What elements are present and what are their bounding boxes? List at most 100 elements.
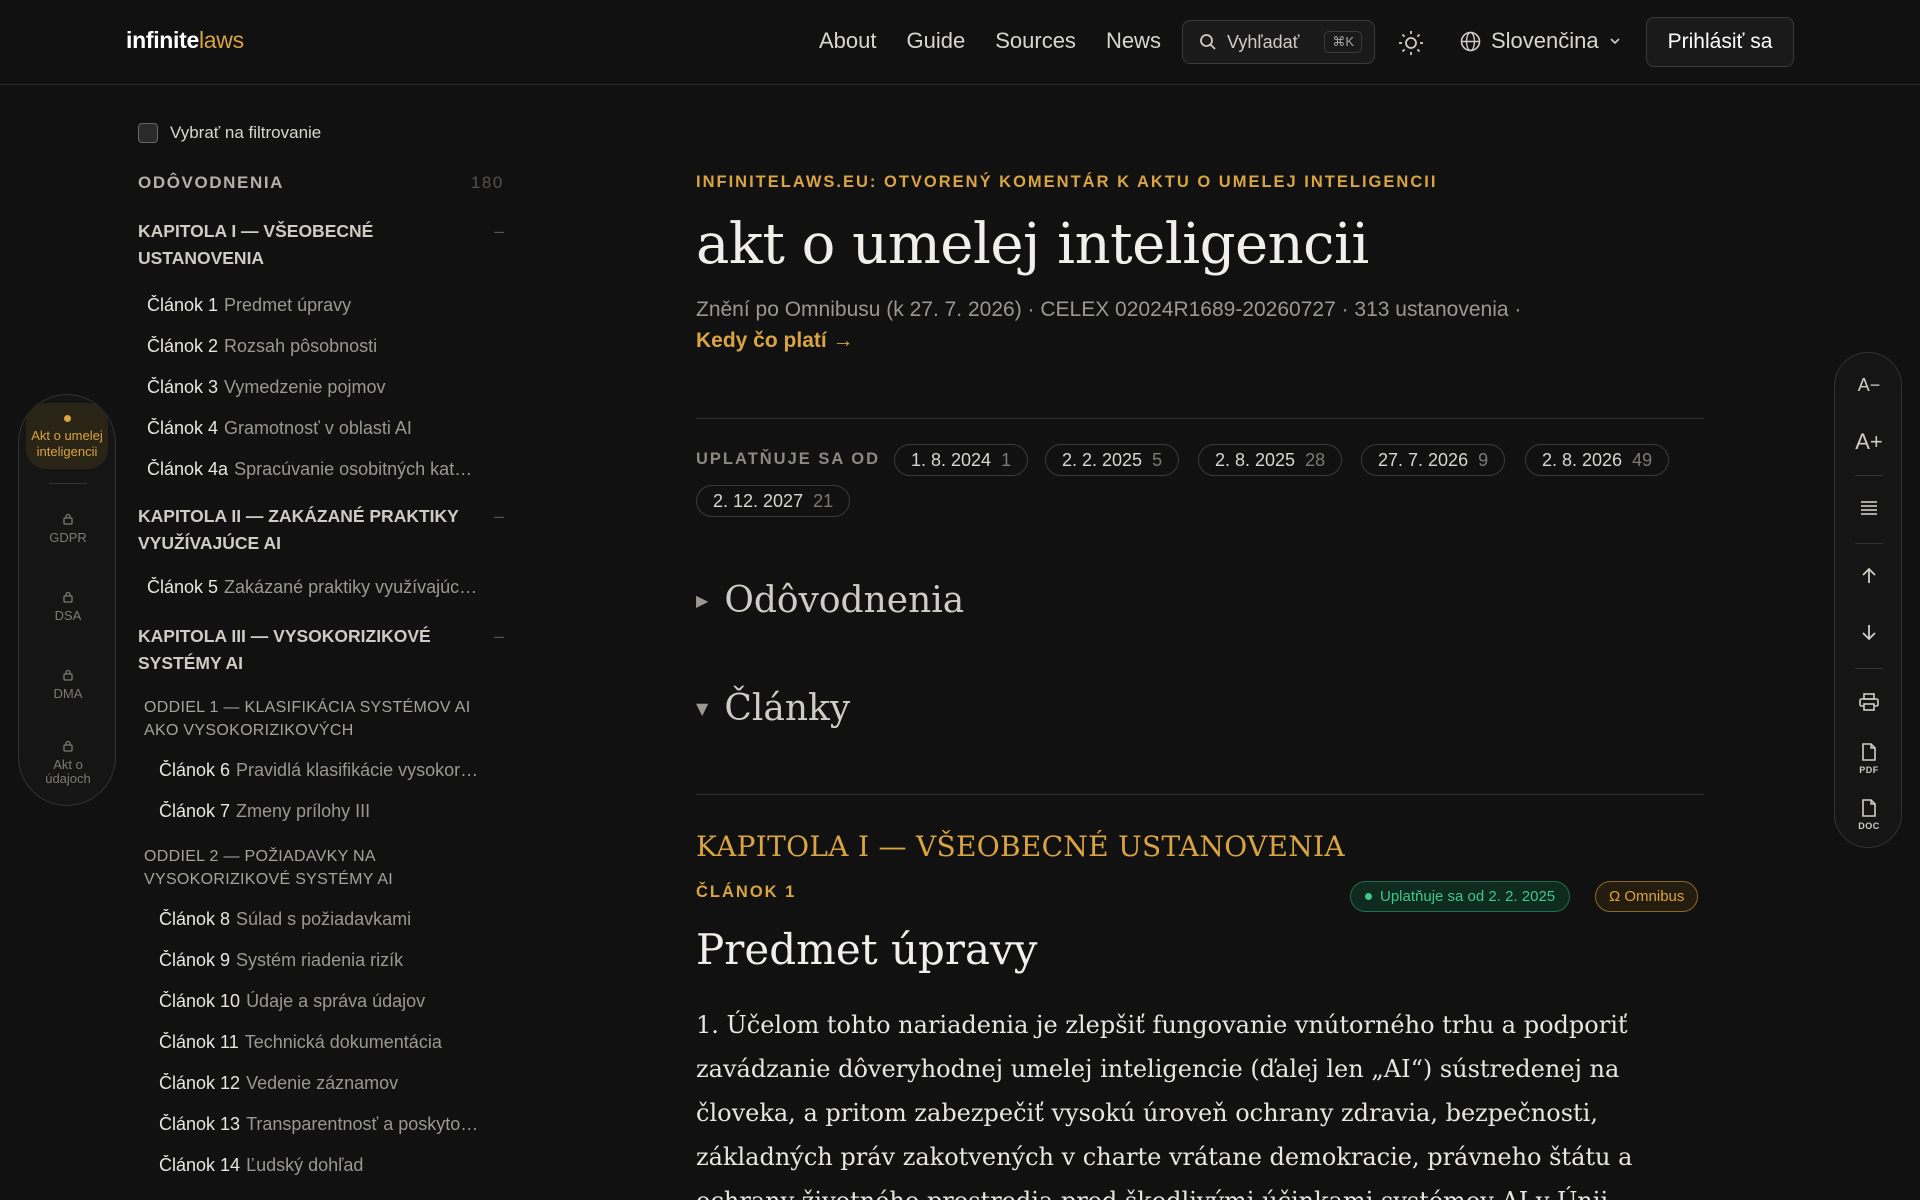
toc-article[interactable]: Článok 13 Transparentnosť a poskyto… bbox=[159, 1114, 504, 1135]
toc-section-1[interactable]: ODDIEL 1 — KLASIFIKÁCIA SYSTÉMOV AI AKO … bbox=[144, 696, 494, 742]
toc-section-2[interactable]: ODDIEL 2 — POŽIADAVKY NA VYSOKORIZIKOVÉ … bbox=[144, 845, 494, 891]
arrow-up-icon bbox=[1862, 567, 1876, 583]
collapse-icon[interactable]: – bbox=[494, 503, 504, 530]
toc-article[interactable]: Článok 1 Predmet úpravy bbox=[147, 295, 503, 316]
status-dot bbox=[1365, 893, 1372, 900]
article-number: Článok 10 bbox=[159, 991, 241, 1011]
law-ai-act-label: Akt o umelej inteligencii bbox=[31, 428, 103, 459]
scroll-down-button[interactable] bbox=[1835, 623, 1903, 647]
article-title: Gramotnosť v oblasti AI bbox=[224, 418, 412, 438]
collapse-icon[interactable]: – bbox=[494, 218, 504, 245]
toc-article[interactable]: Článok 6 Pravidlá klasifikácie vysokor… bbox=[159, 760, 504, 781]
login-button[interactable]: Prihlásiť sa bbox=[1646, 17, 1794, 67]
law-data-act[interactable]: Akt o údajoch bbox=[19, 740, 117, 787]
search-icon bbox=[1200, 34, 1216, 50]
date-filter-pill[interactable]: 1. 8. 2024 1 bbox=[894, 444, 1029, 476]
nav-about[interactable]: About bbox=[819, 28, 877, 54]
filter-checkbox[interactable] bbox=[138, 123, 158, 143]
divider bbox=[696, 794, 1704, 795]
sun-icon[interactable] bbox=[1398, 30, 1424, 56]
toc-recitals-count: 180 bbox=[470, 173, 504, 192]
date-filter-pill[interactable]: 2. 8. 2026 49 bbox=[1525, 444, 1670, 476]
logo[interactable]: infinitelaws bbox=[126, 27, 244, 54]
toc-article[interactable]: Článok 10 Údaje a správa údajov bbox=[159, 991, 504, 1012]
reading-tools: A− A+ PDF DOC bbox=[1834, 352, 1902, 848]
law-ai-act[interactable]: Akt o umelej inteligencii bbox=[26, 403, 108, 469]
collapse-icon[interactable]: – bbox=[494, 623, 504, 650]
top-bar: infinitelaws About Guide Sources News Vy… bbox=[0, 0, 1920, 85]
article-number: Článok 13 bbox=[159, 1114, 241, 1134]
toc-article[interactable]: Článok 4 Gramotnosť v oblasti AI bbox=[147, 418, 503, 439]
timeline-link[interactable]: Kedy čo platí → bbox=[696, 329, 854, 353]
date-filter-pill[interactable]: 2. 8. 2025 28 bbox=[1198, 444, 1343, 476]
toc-article[interactable]: Článok 11 Technická dokumentácia bbox=[159, 1032, 504, 1053]
print-button[interactable] bbox=[1835, 693, 1903, 717]
article-number: Článok 7 bbox=[159, 801, 231, 821]
article-title: Vedenie záznamov bbox=[246, 1073, 399, 1093]
article-title: Spracúvanie osobitných kat… bbox=[234, 459, 473, 479]
article-title: Rozsah pôsobnosti bbox=[224, 336, 378, 356]
article-number: Článok 1 bbox=[147, 295, 219, 315]
article-number: Článok 4 bbox=[147, 418, 219, 438]
font-larger-button[interactable]: A+ bbox=[1835, 429, 1903, 455]
printer-icon bbox=[1859, 693, 1879, 711]
pill-count: 49 bbox=[1632, 449, 1653, 470]
toc-article[interactable]: Článok 8 Súlad s požiadavkami bbox=[159, 909, 504, 930]
toc-article[interactable]: Článok 7 Zmeny prílohy III bbox=[159, 801, 504, 822]
law-dma[interactable]: DMA bbox=[19, 669, 117, 701]
nav-guide[interactable]: Guide bbox=[907, 28, 966, 54]
law-dsa[interactable]: DSA bbox=[19, 591, 117, 623]
chapter-heading: KAPITOLA I — VŠEOBECNÉ USTANOVENIA bbox=[696, 830, 1345, 863]
date-filter-pill[interactable]: 27. 7. 2026 9 bbox=[1361, 444, 1506, 476]
doc-label: DOC bbox=[1858, 821, 1880, 831]
main-nav: About Guide Sources News bbox=[819, 28, 1161, 54]
font-smaller-button[interactable]: A− bbox=[1835, 375, 1903, 396]
toc-article[interactable]: Článok 4a Spracúvanie osobitných kat… bbox=[147, 459, 503, 480]
article-title: Súlad s požiadavkami bbox=[236, 909, 412, 929]
toc-article[interactable]: Článok 2 Rozsah pôsobnosti bbox=[147, 336, 503, 357]
scroll-up-button[interactable] bbox=[1835, 567, 1903, 591]
divider bbox=[1855, 475, 1883, 476]
toc-article[interactable]: Článok 12 Vedenie záznamov bbox=[159, 1073, 504, 1094]
language-selector[interactable]: Slovenčina bbox=[1460, 28, 1621, 54]
law-data-act-label: Akt o údajoch bbox=[45, 757, 91, 787]
date-filter-pill[interactable]: 2. 12. 2027 21 bbox=[696, 485, 851, 517]
doc-export-button[interactable]: DOC bbox=[1835, 799, 1903, 831]
article-number: Článok 9 bbox=[159, 950, 231, 970]
article-title: Ľudský dohľad bbox=[246, 1155, 364, 1175]
toc-chapter-3[interactable]: KAPITOLA III — VYSOKORIZIKOVÉ SYSTÉMY AI… bbox=[138, 623, 504, 677]
toc-recitals-label: ODÔVODNENIA bbox=[138, 173, 285, 192]
pdf-label: PDF bbox=[1859, 765, 1879, 775]
nav-sources[interactable]: Sources bbox=[995, 28, 1076, 54]
applies-badge: Uplatňuje sa od 2. 2. 2025 bbox=[1350, 881, 1571, 912]
search-button[interactable]: Vyhľadať ⌘K bbox=[1182, 20, 1375, 64]
layout-button[interactable] bbox=[1835, 499, 1903, 522]
toc-chapter-3-title: KAPITOLA III — VYSOKORIZIKOVÉ SYSTÉMY AI bbox=[138, 626, 431, 673]
date-filter-pill[interactable]: 2. 2. 2025 5 bbox=[1045, 444, 1180, 476]
filter-label: Vybrať na filtrovanie bbox=[170, 123, 322, 142]
article-title: Zmeny prílohy III bbox=[236, 801, 371, 821]
applies-label: UPLATŇUJE SA OD bbox=[696, 450, 881, 468]
nav-news[interactable]: News bbox=[1106, 28, 1161, 54]
divider bbox=[1855, 543, 1883, 544]
toc-chapter-1[interactable]: KAPITOLA I — VŠEOBECNÉ USTANOVENIA – bbox=[138, 218, 504, 272]
toc-chapter-2[interactable]: KAPITOLA II — ZAKÁZANÉ PRAKTIKY VYUŽÍVAJ… bbox=[138, 503, 504, 557]
toc-article[interactable]: Článok 14 Ľudský dohľad bbox=[159, 1155, 504, 1176]
toc-article[interactable]: Článok 5 Zakázané praktiky využívajúc… bbox=[147, 577, 503, 598]
toc-article[interactable]: Článok 3 Vymedzenie pojmov bbox=[147, 377, 503, 398]
lock-icon bbox=[63, 740, 73, 752]
toc-recitals[interactable]: ODÔVODNENIA 180 bbox=[138, 173, 504, 193]
pdf-export-button[interactable]: PDF bbox=[1835, 743, 1903, 775]
article-number: Článok 14 bbox=[159, 1155, 241, 1175]
file-doc-icon bbox=[1862, 799, 1876, 817]
articles-toggle[interactable]: ▼ Články bbox=[696, 688, 850, 729]
toc-article[interactable]: Článok 9 Systém riadenia rizík bbox=[159, 950, 504, 971]
applies-badge-label: Uplatňuje sa od 2. 2. 2025 bbox=[1380, 888, 1556, 905]
omnibus-badge[interactable]: Ω Omnibus bbox=[1595, 881, 1699, 912]
recitals-toggle-label: Odôvodnenia bbox=[724, 580, 965, 621]
recitals-toggle[interactable]: ▶ Odôvodnenia bbox=[696, 580, 964, 621]
search-shortcut: ⌘K bbox=[1324, 31, 1362, 53]
filter-toggle[interactable]: Vybrať na filtrovanie bbox=[138, 118, 504, 148]
toc-chapter-1-title: KAPITOLA I — VŠEOBECNÉ USTANOVENIA bbox=[138, 221, 374, 268]
law-gdpr[interactable]: GDPR bbox=[19, 513, 117, 545]
